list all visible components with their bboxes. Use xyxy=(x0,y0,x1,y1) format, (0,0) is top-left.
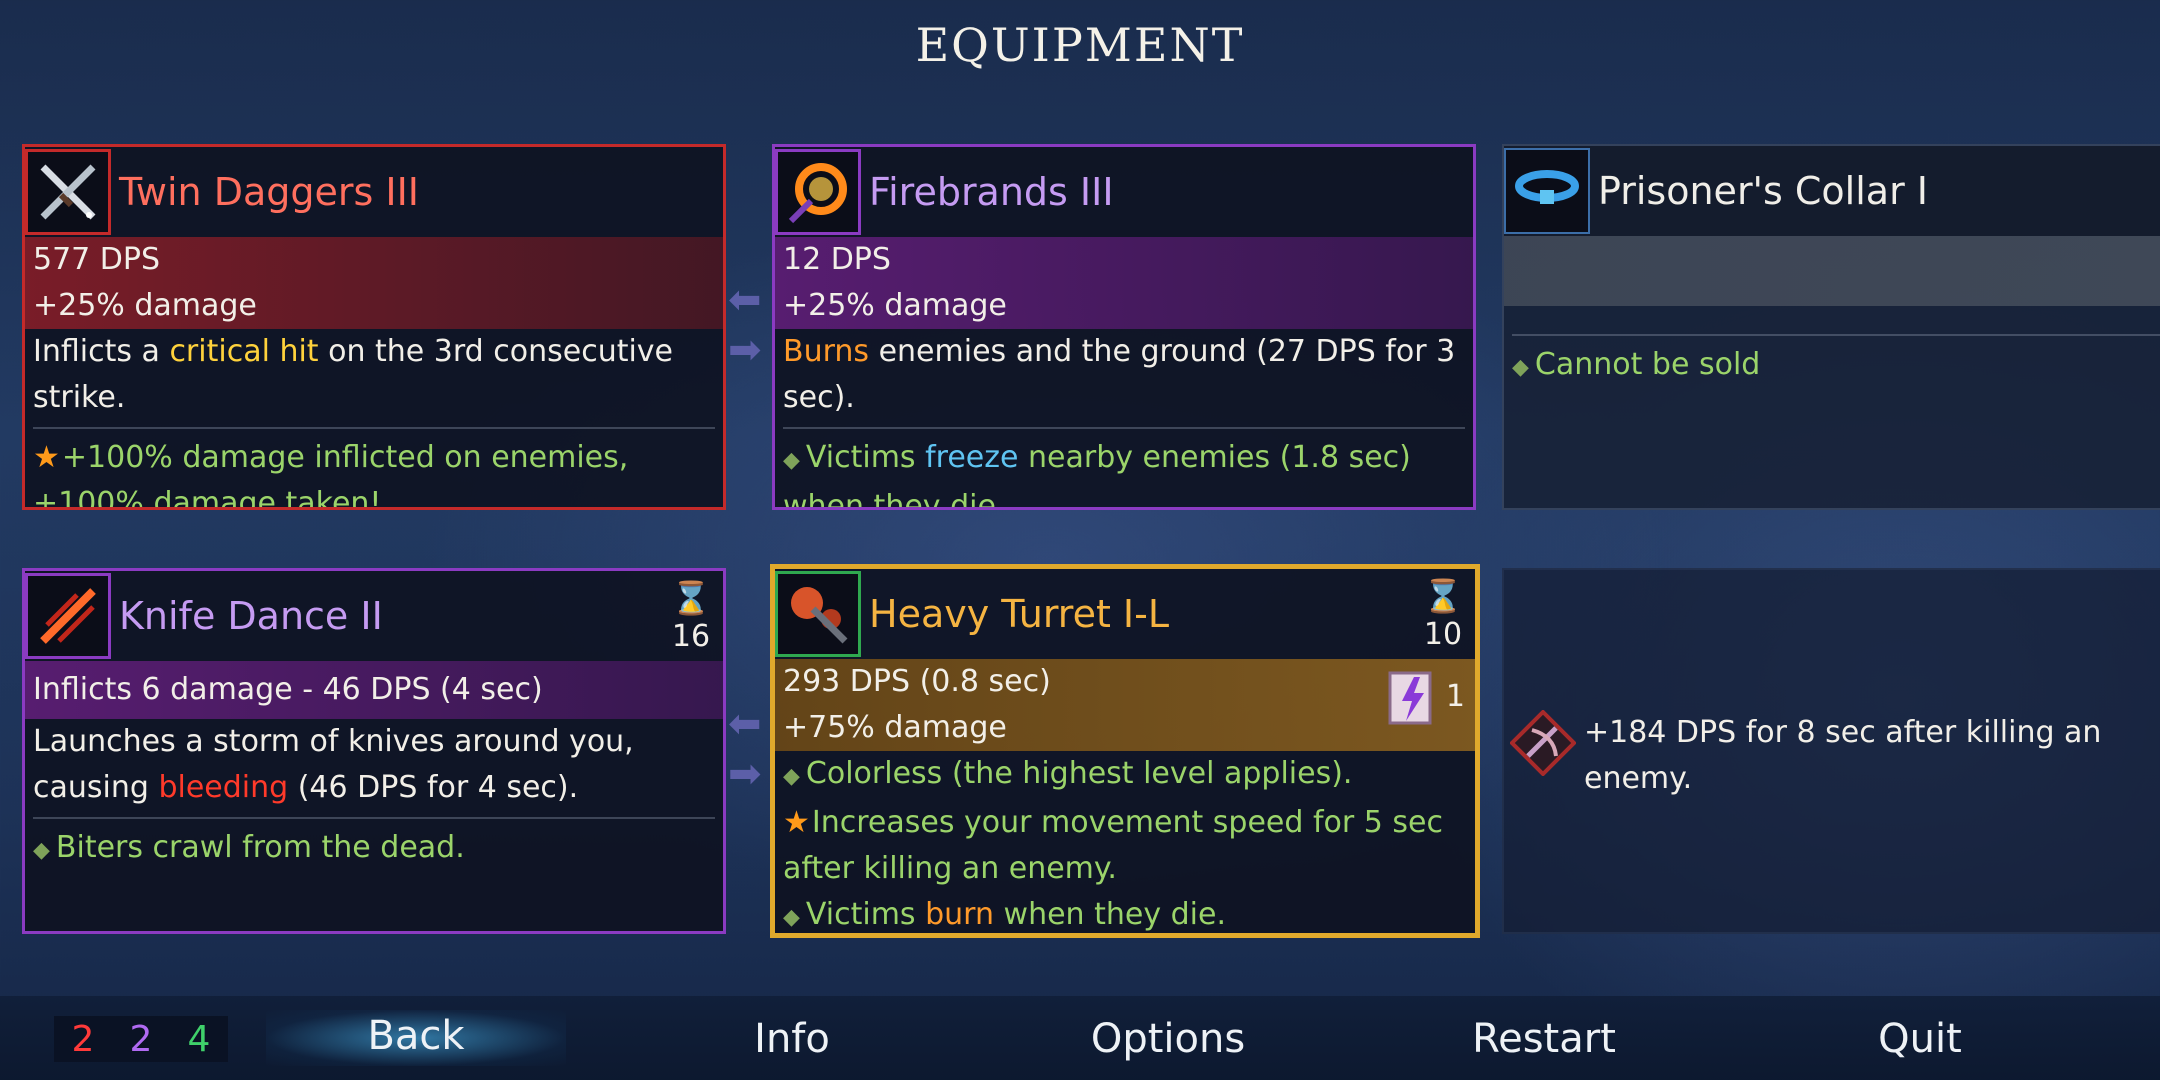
hourglass-icon: ⌛ xyxy=(671,579,711,617)
affix-text: +100% damage inflicted on enemies, +100%… xyxy=(33,440,629,510)
item-name: Knife Dance II xyxy=(119,594,383,638)
cooldown-value: 16 xyxy=(671,619,711,654)
item-damage-bonus: +25% damage xyxy=(33,288,257,323)
star-icon: ★ xyxy=(783,805,810,840)
item-stats: 12 DPS +25% damage xyxy=(775,237,1473,329)
divider xyxy=(1512,334,2160,336)
item-damage-bonus: +25% damage xyxy=(783,288,1007,323)
card-knife-dance[interactable]: Knife Dance II ⌛ 16 Inflicts 6 damage - … xyxy=(22,568,726,934)
keyword-critical-hit: critical hit xyxy=(169,334,319,369)
card-heavy-turret[interactable]: Heavy Turret I-L ⌛ 10 293 DPS (0.8 sec) … xyxy=(770,564,1480,938)
survival-count: 4 xyxy=(187,1018,211,1060)
swap-left-arrow-icon[interactable]: ⬅ xyxy=(728,280,772,320)
cooldown-value: 10 xyxy=(1423,617,1463,652)
item-dps: 293 DPS (0.8 sec) xyxy=(783,664,1051,699)
collar-icon xyxy=(1504,148,1590,234)
card-mutation[interactable]: +184 DPS for 8 sec after killing an enem… xyxy=(1502,568,2160,934)
item-affix: ◆ Biters crawl from the dead. xyxy=(25,825,723,874)
affix-text: Victims xyxy=(805,897,926,932)
cooldown: ⌛ 10 xyxy=(1423,577,1463,652)
divider xyxy=(33,817,715,819)
swap-right-arrow-icon[interactable]: ➡ xyxy=(728,754,772,794)
cooldown: ⌛ 16 xyxy=(671,579,711,654)
restart-button[interactable]: Restart xyxy=(1394,1016,1694,1062)
desc-text: (46 DPS for 4 sec). xyxy=(288,770,579,805)
item-affix: ◆ Victims freeze nearby enemies (1.8 sec)… xyxy=(775,435,1473,507)
item-dps: 577 DPS xyxy=(33,242,161,277)
mutation-row: +184 DPS for 8 sec after killing an enem… xyxy=(1509,709,2160,802)
divider xyxy=(783,427,1465,429)
item-affix: ★+100% damage inflicted on enemies, +100… xyxy=(25,435,723,510)
affix-text: when they die. xyxy=(994,897,1226,932)
scroll-bonus: 1 xyxy=(1384,667,1465,727)
card-header: Knife Dance II ⌛ 16 xyxy=(25,571,723,661)
item-stats: Inflicts 6 damage - 46 DPS (4 sec) xyxy=(25,661,723,719)
footer-menu: 2 2 4 Back Info Options Restart Quit xyxy=(0,996,2160,1080)
divider xyxy=(33,427,715,429)
swap-left-arrow-icon[interactable]: ⬅ xyxy=(728,704,772,744)
scroll-icon xyxy=(1388,671,1432,725)
card-header: Prisoner's Collar I xyxy=(1504,146,2160,236)
card-header: Firebrands III xyxy=(775,147,1473,237)
card-header: Twin Daggers III xyxy=(25,147,723,237)
affix-text: Increases your movement speed for 5 sec … xyxy=(783,805,1443,886)
diamond-icon: ◆ xyxy=(783,905,800,930)
star-icon: ★ xyxy=(33,440,60,475)
item-damage: Inflicts 6 damage - 46 DPS (4 sec) xyxy=(33,672,543,707)
keyword-bleeding: bleeding xyxy=(158,770,289,805)
back-button[interactable]: Back xyxy=(266,1010,566,1066)
hourglass-icon: ⌛ xyxy=(1423,577,1463,615)
card-twin-daggers[interactable]: Twin Daggers III 577 DPS +25% damage Inf… xyxy=(22,144,726,510)
card-header: Heavy Turret I-L ⌛ 10 xyxy=(775,569,1475,659)
item-affix: ◆ Cannot be sold xyxy=(1504,342,2160,391)
item-description: Launches a storm of knives around you, c… xyxy=(25,719,723,811)
diamond-icon: ◆ xyxy=(33,838,50,863)
item-dps: 12 DPS xyxy=(783,242,891,277)
item-description: Burns enemies and the ground (27 DPS for… xyxy=(775,329,1473,421)
item-affix: ★Increases your movement speed for 5 sec… xyxy=(775,800,1475,892)
info-button[interactable]: Info xyxy=(642,1016,942,1062)
affix-text: Victims xyxy=(805,440,926,475)
affix-text: Biters crawl from the dead. xyxy=(55,830,465,865)
desc-text: enemies and the ground (27 DPS for 3 sec… xyxy=(783,334,1456,415)
swap-right-arrow-icon[interactable]: ➡ xyxy=(728,330,772,370)
diamond-icon: ◆ xyxy=(1512,355,1529,380)
item-affix: ◆ Colorless (the highest level applies). xyxy=(775,751,1475,800)
item-stats: 293 DPS (0.8 sec) +75% damage 1 xyxy=(775,659,1475,751)
heavy-turret-icon xyxy=(775,571,861,657)
item-name: Firebrands III xyxy=(869,170,1114,214)
twin-daggers-icon xyxy=(25,149,111,235)
item-stats: 577 DPS +25% damage xyxy=(25,237,723,329)
desc-text: Inflicts a xyxy=(33,334,170,369)
item-damage-bonus: +75% damage xyxy=(783,710,1007,745)
quit-button[interactable]: Quit xyxy=(1770,1016,2070,1062)
keyword-burns: Burns xyxy=(783,334,870,369)
brutality-count: 2 xyxy=(71,1018,95,1060)
mutation-icon xyxy=(1509,709,1577,777)
diamond-icon: ◆ xyxy=(783,764,800,789)
item-affix: ◆ Victims burn when they die. xyxy=(775,892,1475,933)
scroll-count: 1 xyxy=(1445,679,1465,714)
item-stats-empty xyxy=(1504,236,2160,306)
item-name: Twin Daggers III xyxy=(119,170,420,214)
item-description: Inflicts a critical hit on the 3rd conse… xyxy=(25,329,723,421)
keyword-burn: burn xyxy=(925,897,994,932)
screen-title: EQUIPMENT xyxy=(915,18,1245,72)
card-firebrands[interactable]: Firebrands III 12 DPS +25% damage Burns … xyxy=(772,144,1476,510)
tactics-count: 2 xyxy=(129,1018,153,1060)
card-prisoners-collar[interactable]: Prisoner's Collar I ◆ Cannot be sold xyxy=(1502,144,2160,510)
keyword-freeze: freeze xyxy=(925,440,1019,475)
diamond-icon: ◆ xyxy=(783,448,800,473)
firebrands-icon xyxy=(775,149,861,235)
affix-text: Cannot be sold xyxy=(1534,347,1761,382)
knife-dance-icon xyxy=(25,573,111,659)
options-button[interactable]: Options xyxy=(1018,1016,1318,1062)
affix-text: Colorless (the highest level applies). xyxy=(805,756,1353,791)
mutation-description: +184 DPS for 8 sec after killing an enem… xyxy=(1584,715,2102,796)
item-name: Heavy Turret I-L xyxy=(869,592,1170,636)
item-name: Prisoner's Collar I xyxy=(1598,169,1928,213)
scroll-counter: 2 2 4 xyxy=(54,1016,228,1062)
